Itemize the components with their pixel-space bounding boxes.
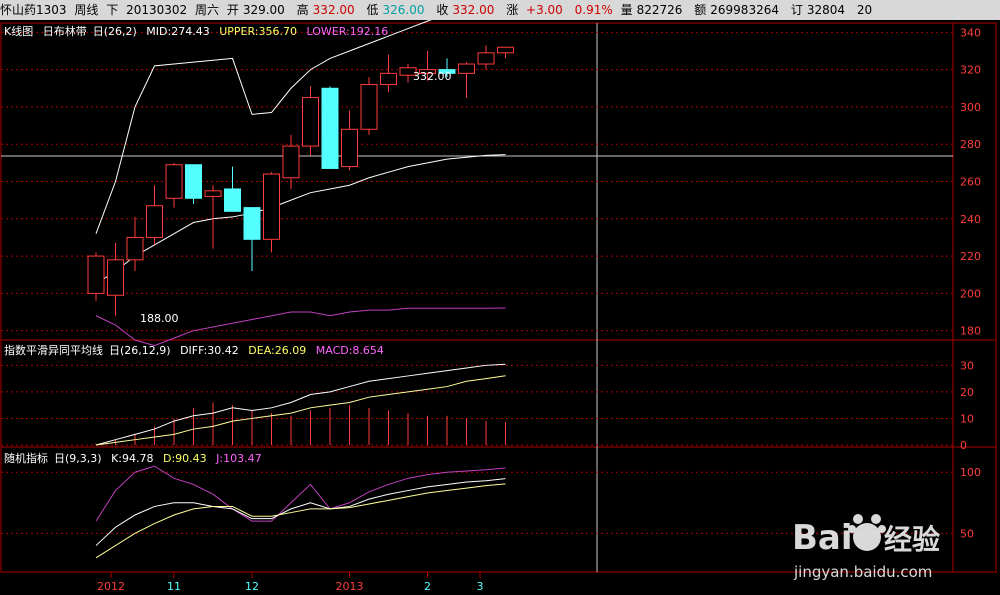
- candle-body: [458, 63, 475, 74]
- candle-body: [497, 46, 514, 54]
- macd-y-tick: 0: [960, 439, 967, 452]
- x-axis-label: 3: [477, 580, 484, 593]
- candle-body: [282, 145, 300, 179]
- kline-y-tick: 260: [960, 176, 981, 189]
- x-axis-label: 2: [424, 580, 431, 593]
- dea-line: [95, 375, 506, 446]
- kline-label: K线图 日布林带 日(26,2) MID:274.43 UPPER:356.70 …: [4, 25, 389, 38]
- kline-y-tick: 200: [960, 287, 981, 300]
- mode: 下: [106, 3, 119, 17]
- kline-y-tick: 240: [960, 213, 981, 226]
- change: 涨 +3.00: [506, 3, 563, 17]
- svg-text:jingyan.baidu.com: jingyan.baidu.com: [793, 563, 932, 581]
- close: 收 332.00: [436, 3, 495, 17]
- macd-y-tick: 20: [960, 386, 974, 399]
- svg-text:经验: 经验: [884, 523, 940, 556]
- candle-body: [224, 188, 241, 212]
- kline-y-tick: 280: [960, 138, 981, 151]
- candle-body: [302, 97, 319, 147]
- candle-body: [185, 164, 202, 199]
- candle-body: [146, 205, 163, 238]
- kline-y-tick: 320: [960, 64, 981, 77]
- candle-body: [107, 259, 124, 296]
- contract-name: 怀山药1303: [0, 3, 67, 17]
- candle-body: [87, 255, 105, 294]
- open: 开 329.00: [226, 3, 285, 17]
- candle-body: [204, 190, 222, 197]
- x-axis-label: 12: [245, 580, 259, 593]
- diff-line: [95, 363, 506, 446]
- kdj-y-tick: 100: [960, 466, 981, 479]
- candle-body: [321, 87, 339, 169]
- candle-body: [263, 173, 280, 240]
- j-line: [95, 465, 506, 522]
- kline-y-tick: 220: [960, 250, 981, 263]
- x-axis-label: 2012: [97, 580, 125, 593]
- low: 低 326.00: [366, 3, 425, 17]
- macd-label: 指数平滑异同平均线 日(26,12,9) DIFF:30.42 DEA:26.09…: [4, 344, 384, 357]
- annotation-low: 188.00: [140, 312, 179, 325]
- upper-band-line: [95, 20, 432, 234]
- x-axis-label: 11: [167, 580, 181, 593]
- candle-body: [126, 236, 144, 261]
- candle-body: [341, 128, 358, 168]
- high: 高 332.00: [296, 3, 355, 17]
- paw-icon: [853, 523, 881, 551]
- quote-header: 怀山药1303 周线 下 20130302 周六 开 329.00 高 332.00…: [0, 0, 1000, 20]
- date: 20130302: [126, 3, 188, 17]
- kline-y-tick: 180: [960, 325, 981, 338]
- candle-body: [165, 164, 183, 199]
- watermark-logo-text: Bai: [792, 518, 853, 558]
- candle-body: [360, 84, 378, 130]
- candle-body: [243, 207, 261, 240]
- x-axis-label: 2013: [336, 580, 364, 593]
- amount: 额 269983264: [694, 3, 779, 17]
- baidu-jingyan-watermark: Bai 经验 jingyan.baidu.com: [792, 514, 940, 581]
- candle-body: [380, 72, 397, 86]
- macd-y-tick: 10: [960, 412, 974, 425]
- kdj-label: 随机指标 日(9,3,3) K:94.78 D:90.43 J:103.47: [4, 452, 262, 465]
- kline-y-tick: 300: [960, 101, 981, 114]
- candle-body: [477, 52, 495, 65]
- pct: 0.91%: [574, 3, 613, 17]
- k-line: [95, 478, 506, 546]
- weekday: 周六: [194, 3, 219, 17]
- volume: 量 822726: [620, 3, 683, 17]
- d-line: [95, 483, 506, 559]
- open-interest: 订 32804: [790, 3, 846, 17]
- period: 周线: [74, 3, 99, 17]
- macd-y-tick: 30: [960, 359, 974, 372]
- kline-y-tick: 340: [960, 26, 981, 39]
- extra: 20: [856, 3, 873, 17]
- annotation-high: 332.00: [413, 70, 452, 83]
